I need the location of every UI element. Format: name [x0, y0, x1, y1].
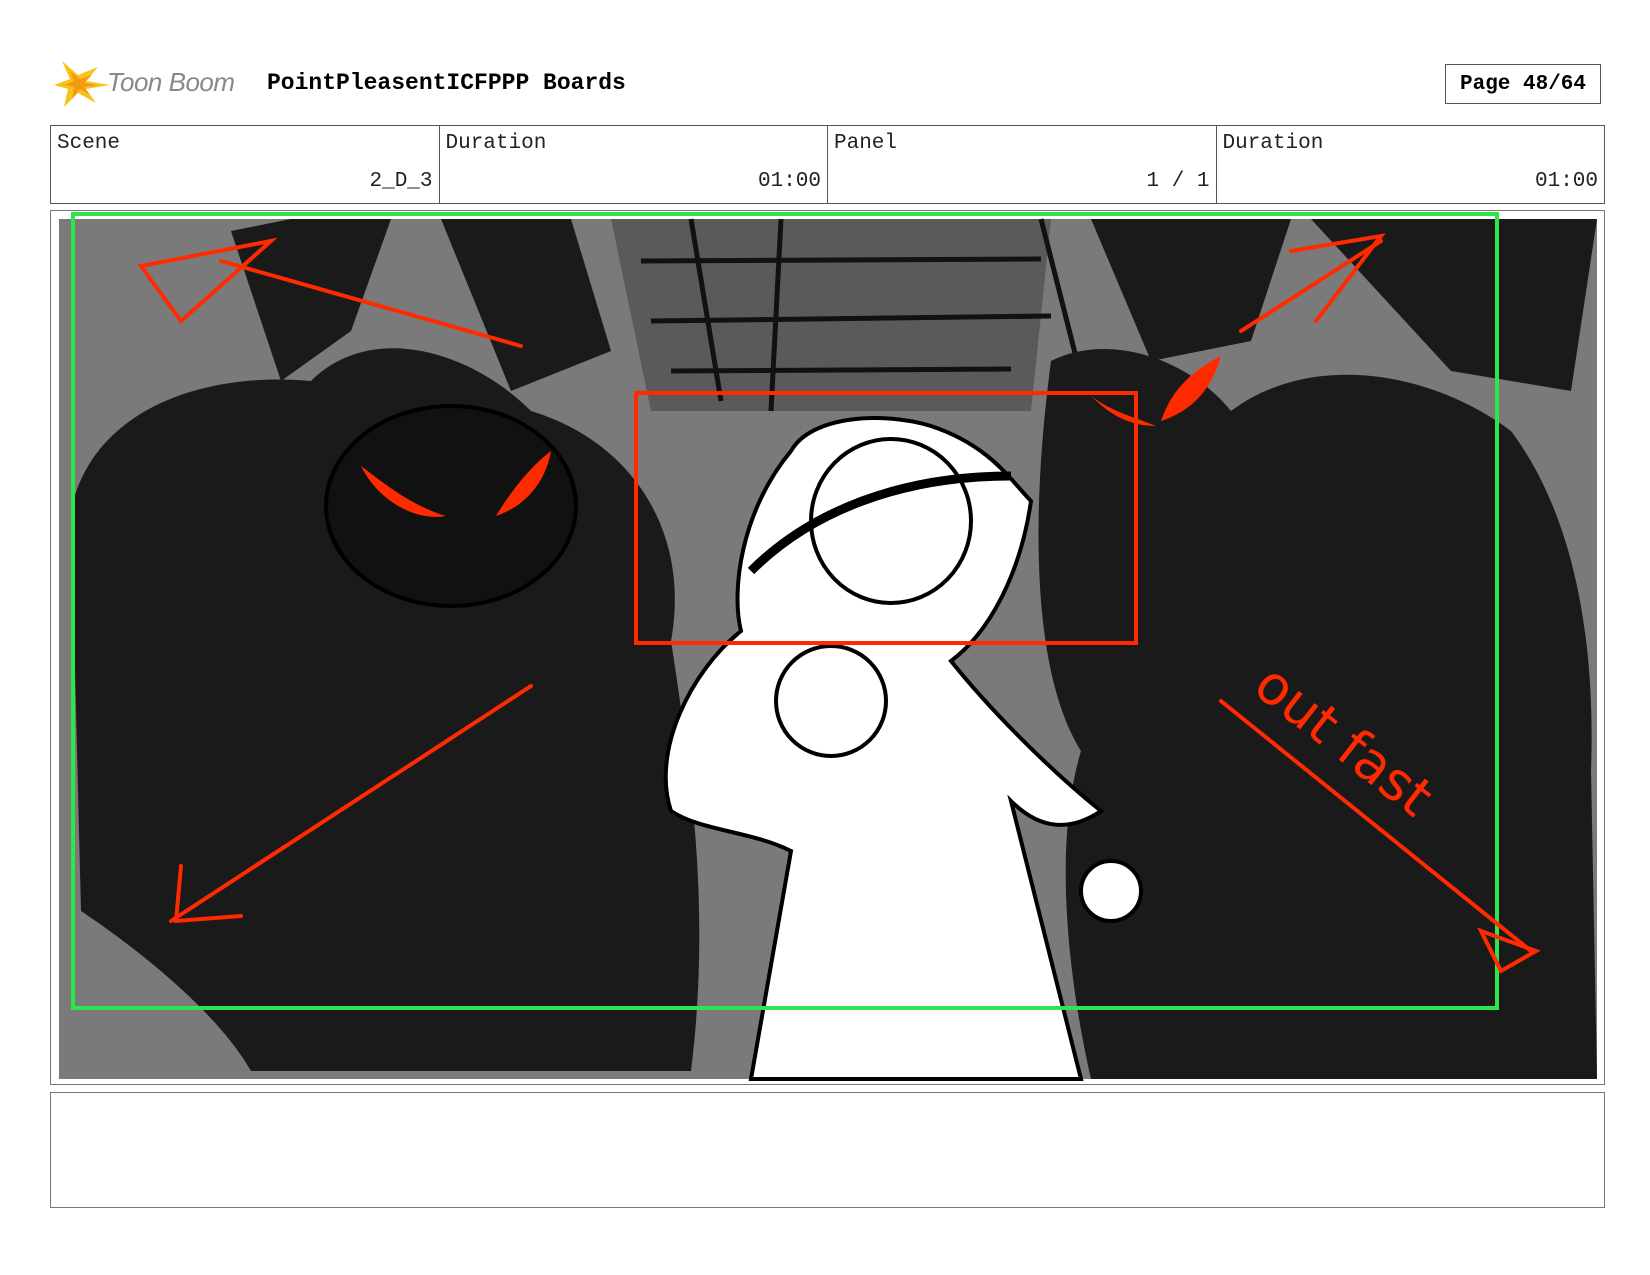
logo-text: Toon Boom — [107, 67, 235, 97]
panel-duration-value: 01:00 — [1534, 170, 1598, 193]
scene-duration-cell: Duration 01:00 — [440, 126, 828, 203]
panel-label: Panel — [834, 132, 898, 155]
starburst-icon — [54, 61, 110, 107]
toon-boom-logo: Toon Boom — [52, 57, 252, 109]
scene-duration-value: 01:00 — [757, 170, 821, 193]
page-header: Toon Boom PointPleasentICFPPP Boards Pag… — [52, 55, 1607, 113]
scene-label: Scene — [57, 132, 121, 155]
panel-info-table: Scene 2_D_3 Duration 01:00 Panel 1 / 1 D… — [50, 125, 1605, 204]
left-creature-head — [324, 404, 578, 608]
panel-sketch: out fast — [59, 212, 1597, 1081]
scene-cell: Scene 2_D_3 — [51, 126, 440, 203]
panel-duration-cell: Duration 01:00 — [1217, 126, 1605, 203]
panel-cell: Panel 1 / 1 — [828, 126, 1217, 203]
storyboard-panel: out fast — [50, 210, 1605, 1085]
scene-value: 2_D_3 — [369, 170, 433, 193]
panel-notes — [50, 1092, 1605, 1208]
page-indicator: Page 48/64 — [1445, 64, 1601, 104]
panel-value: 1 / 1 — [1146, 170, 1210, 193]
board-title: PointPleasentICFPPP Boards — [267, 70, 626, 96]
panel-duration-label: Duration — [1222, 132, 1324, 155]
scene-duration-label: Duration — [445, 132, 547, 155]
